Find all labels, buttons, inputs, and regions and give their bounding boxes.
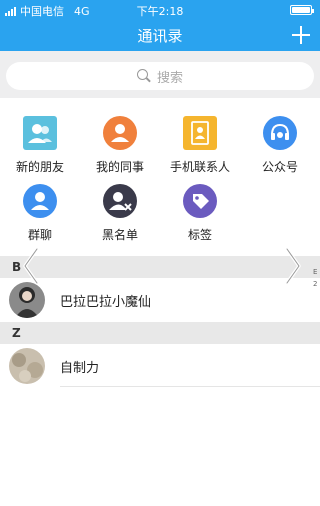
page-title: 通讯录 bbox=[137, 27, 183, 45]
colleague-icon bbox=[103, 116, 137, 150]
contact-row[interactable]: 巴拉巴拉小魔仙 bbox=[0, 278, 320, 321]
shortcut-phone-contacts[interactable]: 手机联系人 bbox=[160, 116, 240, 175]
new-friend-icon bbox=[23, 116, 57, 150]
contact-name: 巴拉巴拉小魔仙 bbox=[60, 295, 152, 310]
search-icon bbox=[136, 69, 151, 83]
chevron-left-icon[interactable] bbox=[22, 246, 40, 286]
section-header-z: Z bbox=[0, 322, 320, 344]
nav-bar: 通讯录 bbox=[0, 20, 320, 51]
group-chat-icon bbox=[23, 184, 57, 218]
edge-text: 2 bbox=[313, 280, 318, 288]
shortcut-label: 黑名单 bbox=[101, 228, 138, 242]
status-time: 下午2:18 bbox=[136, 5, 184, 18]
edge-text: E bbox=[313, 268, 318, 276]
shortcut-group-chat[interactable]: 群聊 bbox=[0, 184, 80, 243]
shortcut-label: 标签 bbox=[187, 228, 212, 242]
official-account-icon bbox=[263, 116, 297, 150]
search-area: 搜索 bbox=[0, 51, 320, 98]
search-input[interactable]: 搜索 bbox=[6, 62, 314, 90]
battery-icon bbox=[290, 5, 314, 15]
shortcut-label: 我的同事 bbox=[95, 160, 144, 174]
shortcut-label: 群聊 bbox=[27, 228, 52, 242]
shortcut-label: 新的朋友 bbox=[15, 160, 64, 174]
shortcut-blacklist[interactable]: 黑名单 bbox=[80, 184, 160, 243]
shortcut-official-accounts[interactable]: 公众号 bbox=[240, 116, 320, 175]
search-placeholder: 搜索 bbox=[156, 70, 183, 86]
section-header-b: B bbox=[0, 256, 320, 278]
avatar bbox=[9, 282, 45, 318]
shortcut-tags[interactable]: 标签 bbox=[160, 184, 240, 243]
contact-name: 自制力 bbox=[60, 361, 100, 376]
shortcut-label: 公众号 bbox=[261, 160, 298, 174]
contact-row[interactable]: 自制力 bbox=[0, 344, 320, 387]
shortcut-new-friends[interactable]: 新的朋友 bbox=[0, 116, 80, 175]
avatar bbox=[9, 348, 45, 384]
blacklist-icon bbox=[103, 184, 137, 218]
chevron-right-icon[interactable] bbox=[284, 246, 302, 286]
row-divider bbox=[60, 386, 320, 387]
phone-contacts-icon bbox=[183, 116, 217, 150]
plus-icon[interactable] bbox=[290, 24, 312, 46]
shortcut-label: 手机联系人 bbox=[169, 160, 230, 174]
status-bar: 中国电信 4G 下午2:18 bbox=[0, 0, 320, 20]
tag-icon bbox=[183, 184, 217, 218]
shortcut-colleagues[interactable]: 我的同事 bbox=[80, 116, 160, 175]
